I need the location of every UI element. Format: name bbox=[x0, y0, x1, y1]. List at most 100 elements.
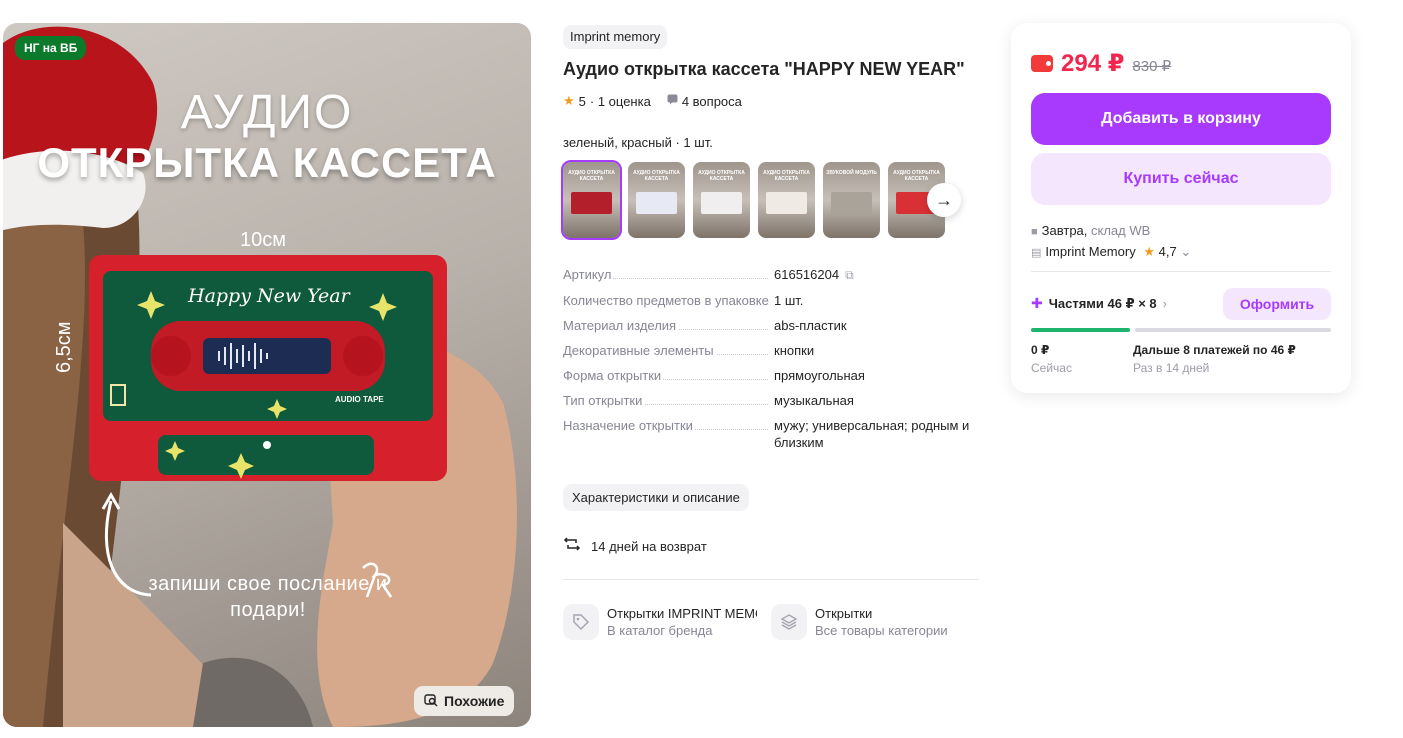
reviews-count[interactable]: · 1 оценка bbox=[590, 94, 651, 109]
height-dimension-label: 6,5см bbox=[53, 321, 75, 373]
thumbnail-product bbox=[571, 192, 612, 214]
image-title-line1: АУДИО bbox=[180, 86, 354, 139]
spec-value-text: музыкальная bbox=[774, 393, 854, 408]
chevron-down-icon: ⌄ bbox=[1180, 244, 1192, 259]
similar-button[interactable]: Похожие bbox=[414, 686, 515, 716]
spec-value: мужу; универсальная; родным и близким bbox=[774, 417, 979, 451]
price-row: 294 ₽ 830 ₽ bbox=[1031, 49, 1171, 78]
spec-row: Количество предметов в упаковке 1 шт. bbox=[563, 292, 979, 309]
product-title: Аудио открытка кассета "HAPPY NEW YEAR" bbox=[563, 59, 965, 79]
thumbnail[interactable]: АУДИО ОТКРЫТКА КАССЕТА bbox=[561, 160, 622, 240]
add-to-cart-button[interactable]: Добавить в корзину bbox=[1031, 93, 1331, 145]
divider bbox=[1031, 271, 1331, 272]
width-dimension-label: 10см bbox=[240, 229, 286, 251]
thumbnails-next-arrow-icon[interactable]: → bbox=[927, 183, 961, 217]
thumbnail-strip: АУДИО ОТКРЫТКА КАССЕТА АУДИО ОТКРЫТКА КАС… bbox=[561, 160, 945, 240]
delivery-warehouse: склад WB bbox=[1091, 223, 1151, 238]
thumbnail-caption: АУДИО ОТКРЫТКА КАССЕТА bbox=[568, 170, 615, 182]
tag-icon bbox=[563, 604, 599, 640]
spec-value-text: abs-пластик bbox=[774, 318, 847, 333]
description-button[interactable]: Характеристики и описание bbox=[563, 484, 749, 511]
brand-catalog-subtitle: В каталог бренда bbox=[607, 623, 713, 638]
spec-name: Декоративные элементы bbox=[563, 342, 774, 359]
promo-badge: НГ на ВБ bbox=[15, 36, 87, 60]
brand-catalog-link[interactable]: Открытки IMPRINT MEMORY В каталог бренда bbox=[563, 604, 757, 640]
thumbnail-product bbox=[831, 192, 872, 214]
spec-value: abs-пластик bbox=[774, 317, 979, 334]
installments-text: Частями 46 ₽ × 8 bbox=[1048, 295, 1157, 311]
chevron-right-icon: › bbox=[1162, 296, 1168, 311]
cassette-text: Happy New Year bbox=[188, 285, 350, 307]
thumbnail-caption: ЗВУКОВОЙ МОДУЛЬ bbox=[826, 170, 877, 176]
seller-name: Imprint Memory bbox=[1045, 244, 1136, 259]
spec-value-text: прямоугольная bbox=[774, 368, 865, 383]
category-link[interactable]: Открытки Все товары категории bbox=[771, 604, 965, 640]
spec-value: 1 шт. bbox=[774, 292, 979, 309]
pay-later-label: Раз в 14 дней bbox=[1133, 361, 1210, 375]
wallet-icon bbox=[1031, 55, 1053, 72]
similar-button-label: Похожие bbox=[444, 693, 505, 709]
spec-value: музыкальная bbox=[774, 392, 979, 409]
star-icon: ★ bbox=[563, 93, 575, 108]
pay-later-value: Дальше 8 платежей по 46 ₽ bbox=[1133, 343, 1296, 357]
spec-name: Артикул bbox=[563, 266, 774, 283]
shop-icon: ▤ bbox=[1031, 247, 1042, 259]
spec-row: Материал изделия abs-пластик bbox=[563, 317, 979, 334]
similar-search-icon bbox=[424, 693, 438, 710]
installments-apply-button[interactable]: Оформить bbox=[1223, 288, 1331, 320]
spec-value: прямоугольная bbox=[774, 367, 979, 384]
thumbnail[interactable]: ЗВУКОВОЙ МОДУЛЬ bbox=[823, 162, 880, 238]
layers-icon bbox=[771, 604, 807, 640]
spec-name: Тип открытки bbox=[563, 392, 774, 409]
rating-value[interactable]: 5 bbox=[579, 94, 586, 109]
spec-value: кнопки bbox=[774, 342, 979, 359]
progress-remaining bbox=[1135, 328, 1331, 332]
installments-link[interactable]: ✚ Частями 46 ₽ × 8 › bbox=[1031, 295, 1167, 312]
product-main-image[interactable]: НГ на ВБ АУДИО ОТКРЫТКА КАССЕТА 10см 6,5… bbox=[3, 23, 531, 727]
brand-catalog-title: Открытки IMPRINT MEMORY bbox=[607, 606, 757, 621]
box-icon: ■ bbox=[1031, 226, 1038, 238]
thumbnail-product bbox=[701, 192, 742, 214]
spec-name: Форма открытки bbox=[563, 367, 774, 384]
return-arrows-icon bbox=[563, 535, 581, 558]
thumbnail[interactable]: АУДИО ОТКРЫТКА КАССЕТА bbox=[758, 162, 815, 238]
copy-icon[interactable]: ⧉ bbox=[845, 267, 854, 284]
thumbnail-caption: АУДИО ОТКРЫТКА КАССЕТА bbox=[633, 170, 680, 182]
spec-value-text: 616516204 bbox=[774, 267, 840, 282]
thumbnail-caption: АУДИО ОТКРЫТКА КАССЕТА bbox=[763, 170, 810, 182]
spec-name-text: Количество предметов в упаковке bbox=[563, 292, 771, 309]
installments-icon: ✚ bbox=[1031, 295, 1043, 311]
seller-star-icon: ★ bbox=[1143, 244, 1155, 259]
spec-row: Артикул 616516204 ⧉ bbox=[563, 266, 979, 284]
spec-name-text: Тип открытки bbox=[563, 392, 645, 409]
seller-rating: 4,7 bbox=[1158, 244, 1177, 259]
thumbnail[interactable]: АУДИО ОТКРЫТКА КАССЕТА bbox=[628, 162, 685, 238]
spec-row: Декоративные элементы кнопки bbox=[563, 342, 979, 359]
image-title-line2: ОТКРЫТКА КАССЕТА bbox=[37, 139, 497, 186]
rating-row: ★ 5 · 1 оценка 4 вопроса bbox=[563, 93, 742, 109]
delivery-info: ■ Завтра, склад WB ▤ Imprint Memory ★ 4,7 … bbox=[1031, 221, 1191, 263]
pay-now: 0 ₽ Сейчас bbox=[1031, 341, 1072, 377]
spec-value-text: 1 шт. bbox=[774, 293, 804, 308]
image-caption: запиши свое послание и подари! bbox=[148, 573, 388, 621]
progress-paid bbox=[1031, 328, 1130, 332]
spec-value-text: кнопки bbox=[774, 343, 815, 358]
thumbnail-product bbox=[766, 192, 807, 214]
thumbnail[interactable]: АУДИО ОТКРЫТКА КАССЕТА bbox=[693, 162, 750, 238]
buy-now-button[interactable]: Купить сейчас bbox=[1031, 153, 1331, 205]
spec-name: Материал изделия bbox=[563, 317, 774, 334]
buy-card: 294 ₽ 830 ₽ Добавить в корзину Купить се… bbox=[1011, 23, 1351, 393]
return-policy: 14 дней на возврат bbox=[563, 535, 707, 558]
thumbnail-caption: АУДИО ОТКРЫТКА КАССЕТА bbox=[698, 170, 745, 182]
questions-count[interactable]: 4 вопроса bbox=[682, 94, 742, 109]
old-price: 830 ₽ bbox=[1132, 58, 1172, 75]
spec-name-text: Форма открытки bbox=[563, 367, 664, 384]
return-text: 14 дней на возврат bbox=[591, 539, 707, 554]
thumbnail-product bbox=[636, 192, 677, 214]
question-icon bbox=[667, 94, 678, 108]
spec-name: Назначение открытки bbox=[563, 417, 774, 434]
brand-link[interactable]: Imprint memory bbox=[563, 25, 668, 49]
seller-row[interactable]: ▤ Imprint Memory ★ 4,7 ⌄ bbox=[1031, 242, 1191, 263]
spec-name-text: Декоративные элементы bbox=[563, 342, 716, 359]
spec-row: Форма открытки прямоугольная bbox=[563, 367, 979, 384]
